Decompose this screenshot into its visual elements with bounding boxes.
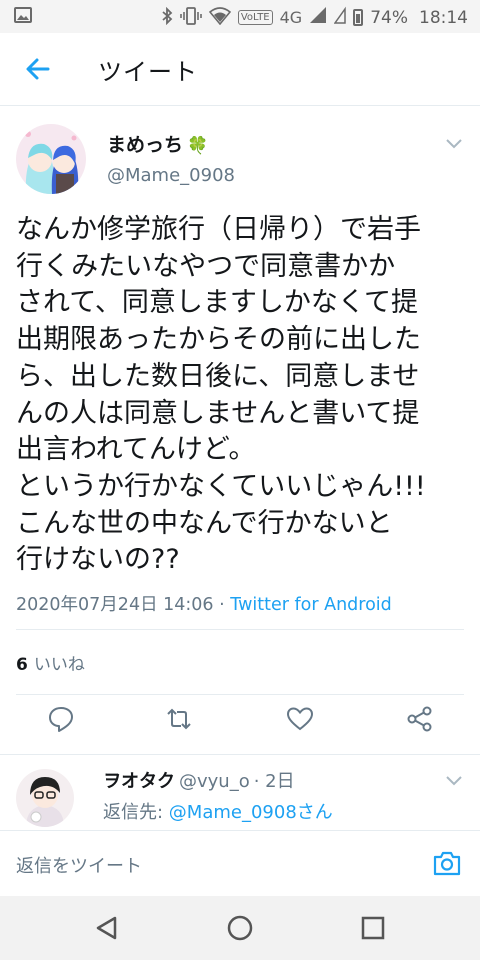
like-icon[interactable] <box>285 704 315 734</box>
battery-icon <box>353 9 364 26</box>
reply-to-mention[interactable]: @Mame_0908さん <box>169 802 333 823</box>
user-handle[interactable]: @Mame_0908 <box>107 165 235 186</box>
camera-icon[interactable] <box>432 849 462 877</box>
tweet-timestamp: 2020年07月24日 14:06 <box>16 595 214 615</box>
reply-age: · 2日 <box>253 771 295 792</box>
arrow-left-icon[interactable] <box>20 51 56 87</box>
system-nav-bar <box>0 896 480 960</box>
divider <box>16 629 464 630</box>
reply-to-label: 返信先: <box>103 802 169 823</box>
bluetooth-icon <box>161 6 173 29</box>
retweet-icon[interactable] <box>164 704 194 734</box>
signal-icon <box>309 6 327 29</box>
volte-badge: VoLTE <box>237 10 273 25</box>
display-name-text: まめっち <box>107 134 184 156</box>
reply-display-name: ヲオタク <box>103 771 175 792</box>
avatar[interactable] <box>16 124 86 194</box>
page-title: ツイート <box>98 58 198 86</box>
status-bar: VoLTE 4G 74% 18:14 <box>0 0 480 33</box>
vibrate-icon <box>180 6 202 29</box>
clock: 18:14 <box>419 7 468 28</box>
back-triangle-icon[interactable] <box>93 914 121 942</box>
reply-to: 返信先: @Mame_0908さん <box>103 798 333 824</box>
reply-author[interactable]: ヲオタク @vyu_o · 2日 <box>103 767 295 793</box>
divider <box>16 694 464 695</box>
recents-square-icon[interactable] <box>359 914 387 942</box>
meta-separator: · <box>213 595 231 615</box>
no-sim-icon <box>333 6 346 29</box>
tweet-text: なんか修学旅行（日帰り）で岩手 行くみたいなやつで同意書かか されて、同意します… <box>16 214 426 576</box>
share-icon[interactable] <box>405 704 435 734</box>
battery-percent: 74% <box>370 7 408 28</box>
app-header: ツイート <box>0 33 480 106</box>
likes-summary[interactable]: 6 いいね <box>16 650 85 675</box>
chevron-down-icon[interactable] <box>444 773 464 792</box>
likes-label: いいね <box>33 655 85 675</box>
chevron-down-icon[interactable] <box>444 136 464 155</box>
reply-icon[interactable] <box>46 704 76 734</box>
image-icon <box>14 7 32 28</box>
display-name[interactable]: まめっち 🍀 <box>107 130 208 157</box>
tweet-meta: 2020年07月24日 14:06 · Twitter for Android <box>16 591 392 616</box>
reply-handle: @vyu_o <box>179 771 250 792</box>
reply-avatar[interactable] <box>16 769 74 827</box>
tweet-actions <box>0 704 480 742</box>
likes-count: 6 <box>16 655 28 675</box>
network-type: 4G <box>279 8 303 27</box>
reply-input[interactable]: 返信をツイート <box>16 852 142 878</box>
home-circle-icon[interactable] <box>226 914 254 942</box>
reply-compose-bar[interactable]: 返信をツイート <box>0 830 480 897</box>
tweet-source-link[interactable]: Twitter for Android <box>230 595 392 615</box>
reply-item[interactable]: ヲオタク @vyu_o · 2日 返信先: @Mame_0908さん <box>0 755 480 830</box>
wifi-icon <box>208 6 231 29</box>
clover-emoji: 🍀 <box>187 136 209 156</box>
